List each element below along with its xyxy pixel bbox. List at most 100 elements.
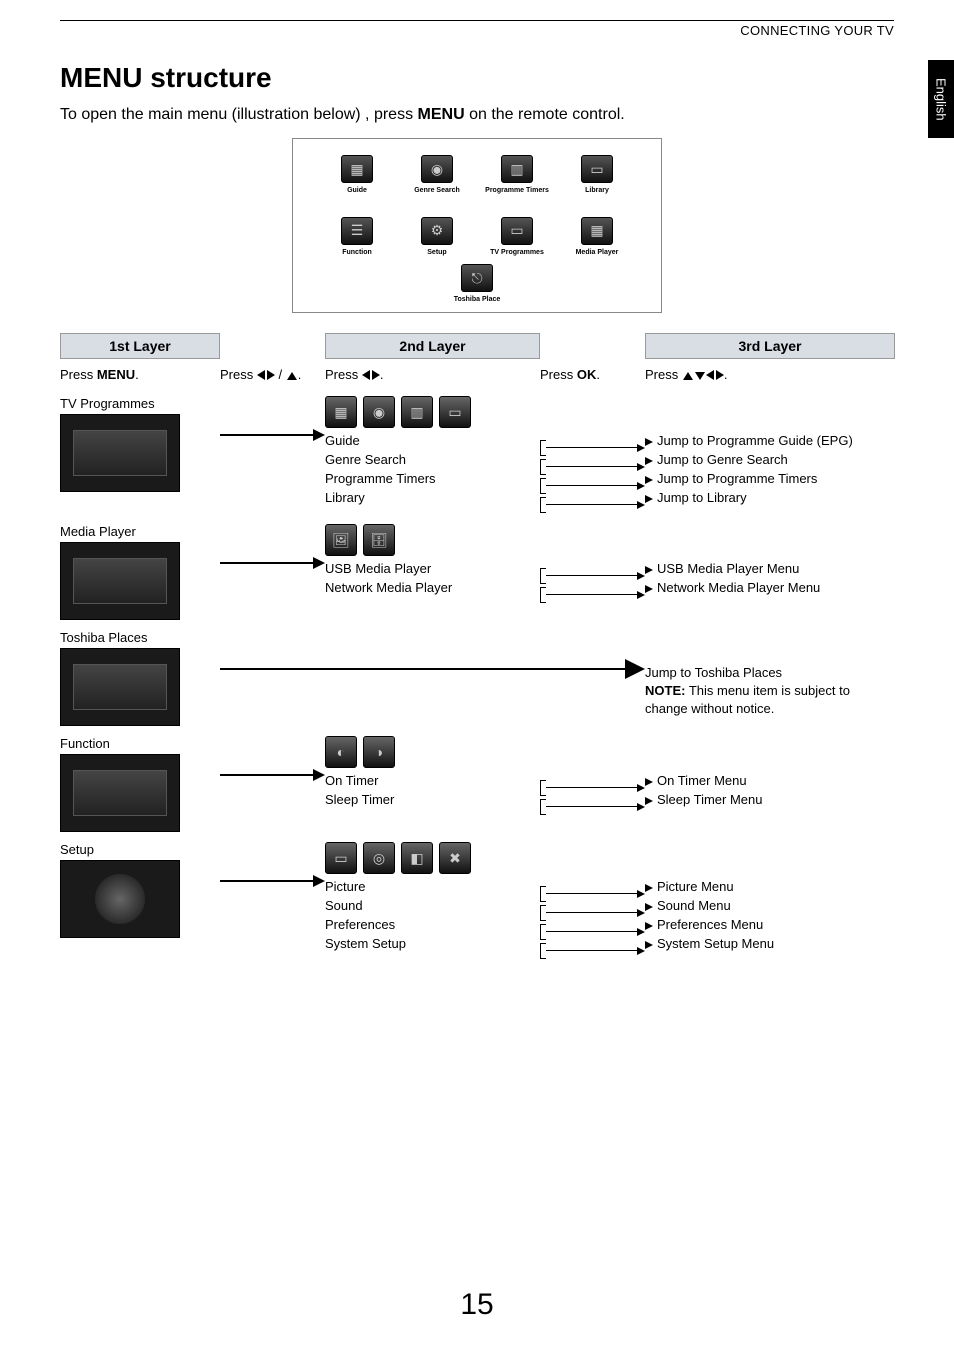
- menu-icon: ▭: [581, 155, 613, 183]
- menu-label: TV Programmes: [490, 249, 544, 257]
- layer3-item: Jump to Programme Guide (EPG): [645, 432, 895, 451]
- connector-line: [540, 922, 645, 941]
- connector-line: [540, 585, 645, 604]
- layer3-item: Preferences Menu: [645, 916, 895, 935]
- section-header: CONNECTING YOUR TV: [60, 23, 894, 38]
- connector-line: [540, 476, 645, 495]
- layer2-item: Library: [325, 489, 540, 508]
- layer2-icon: ▥: [401, 396, 433, 428]
- direct-arrow: [220, 624, 645, 714]
- layer2-icon: 🖼: [325, 524, 357, 556]
- layer2-icon: 🗄: [363, 524, 395, 556]
- menu-label: Library: [585, 187, 609, 195]
- page-number: 15: [0, 1288, 954, 1322]
- layer2-icon: ◑: [363, 736, 395, 768]
- layer3-item: Jump to Genre Search: [645, 451, 895, 470]
- section-thumbnail: [60, 542, 180, 620]
- section-title: TV Programmes: [60, 396, 220, 411]
- layer3-header: 3rd Layer: [645, 333, 895, 359]
- layer2-item: Genre Search: [325, 451, 540, 470]
- connector-line: [540, 797, 645, 816]
- menu-label: Genre Search: [414, 187, 460, 195]
- layer2-icon: ◐: [325, 736, 357, 768]
- main-menu-item: ▭ TV Programmes: [485, 217, 549, 257]
- layer2-icon-strip: 🖼🗄: [325, 524, 540, 556]
- menu-icon: ▦: [341, 155, 373, 183]
- layer3-item: Picture Menu: [645, 878, 895, 897]
- layer2-item: On Timer: [325, 772, 540, 791]
- arrow12-instruction: Press / .: [220, 363, 325, 386]
- layer-arrow: [220, 836, 325, 926]
- menu-label: Programme Timers: [485, 187, 549, 195]
- layer3-item: Jump to Library: [645, 489, 895, 508]
- connector-line: [540, 903, 645, 922]
- main-menu-item: ⎋Toshiba Place: [445, 264, 509, 304]
- layer2-item: USB Media Player: [325, 560, 540, 579]
- main-menu-item: ⚙ Setup: [405, 217, 469, 257]
- section-thumbnail: [60, 414, 180, 492]
- layer2-icon: ▦: [325, 396, 357, 428]
- layer3-item: USB Media Player Menu: [645, 560, 895, 579]
- layer2-icon: ◎: [363, 842, 395, 874]
- layer2-icon: ◉: [363, 396, 395, 428]
- layer2-item: Picture: [325, 878, 540, 897]
- section-title: Function: [60, 736, 220, 751]
- main-menu-illustration: ▦ Guide ◉Genre Search ▥ Programme Timers ▭ Lib…: [292, 138, 662, 313]
- layer2-item: Programme Timers: [325, 470, 540, 489]
- section-title: Media Player: [60, 524, 220, 539]
- layer2-header: 2nd Layer: [325, 333, 540, 359]
- main-menu-item: ▦ Media Player: [565, 217, 629, 257]
- language-tab: English: [928, 60, 954, 138]
- layer3-item: Jump to Toshiba Places: [645, 664, 895, 682]
- connector-line: [540, 566, 645, 585]
- layer-arrow: [220, 390, 325, 480]
- main-menu-item: ☰ Function: [325, 217, 389, 257]
- arrow23-instruction: Press OK.: [540, 363, 645, 386]
- layer3-item: Network Media Player Menu: [645, 579, 895, 598]
- section-title: Setup: [60, 842, 220, 857]
- section-note: NOTE: This menu item is subject to chang…: [645, 682, 895, 718]
- main-menu-item: ▥ Programme Timers: [485, 155, 549, 195]
- connector-line: [540, 778, 645, 797]
- menu-label: Guide: [347, 187, 367, 195]
- section-thumbnail: [60, 754, 180, 832]
- layer2-item: Guide: [325, 432, 540, 451]
- menu-label: Setup: [427, 249, 446, 257]
- layer2-icon-strip: ◐◑: [325, 736, 540, 768]
- main-menu-item: ▦ Guide: [325, 155, 389, 195]
- section-thumbnail: [60, 860, 180, 938]
- menu-icon: ▭: [501, 217, 533, 245]
- menu-icon: ☰: [341, 217, 373, 245]
- layer3-item: Sound Menu: [645, 897, 895, 916]
- layer1-instruction: Press MENU.: [60, 363, 220, 386]
- layer2-icon: ▭: [439, 396, 471, 428]
- layer3-item: Sleep Timer Menu: [645, 791, 895, 810]
- layer-arrow: [220, 730, 325, 820]
- layer3-item: System Setup Menu: [645, 935, 895, 954]
- page-title: MENU structure: [60, 62, 894, 94]
- connector-line: [540, 884, 645, 903]
- layer3-item: On Timer Menu: [645, 772, 895, 791]
- layer2-icon: ◧: [401, 842, 433, 874]
- layer2-icon: ▭: [325, 842, 357, 874]
- layer2-item: System Setup: [325, 935, 540, 954]
- layer2-icon: ✖: [439, 842, 471, 874]
- section-title: Toshiba Places: [60, 630, 220, 645]
- connector-line: [540, 495, 645, 514]
- layer2-instruction: Press .: [325, 363, 540, 386]
- layer2-icon-strip: ▦◉▥▭: [325, 396, 540, 428]
- layer2-item: Preferences: [325, 916, 540, 935]
- layer2-item: Network Media Player: [325, 579, 540, 598]
- menu-icon: ⚙: [421, 217, 453, 245]
- layer2-item: Sleep Timer: [325, 791, 540, 810]
- menu-icon: ⎋: [461, 264, 493, 292]
- menu-label: Function: [342, 249, 372, 257]
- connector-line: [540, 941, 645, 960]
- menu-icon: ▥: [501, 155, 533, 183]
- section-thumbnail: [60, 648, 180, 726]
- main-menu-item: ◉Genre Search: [405, 155, 469, 195]
- layer3-instruction: Press .: [645, 363, 895, 386]
- menu-label: Media Player: [576, 249, 619, 257]
- menu-icon: ▦: [581, 217, 613, 245]
- main-menu-item: ▭ Library: [565, 155, 629, 195]
